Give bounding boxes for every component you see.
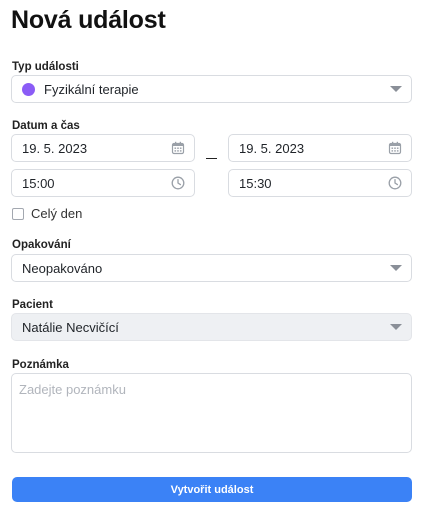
event-type-value: Fyzikální terapie [44, 81, 139, 97]
note-textarea[interactable]: Zadejte poznámku [11, 373, 412, 453]
all-day-label[interactable]: Celý den [31, 206, 82, 221]
date-range-separator [206, 158, 217, 159]
start-time-input[interactable]: 15:00 [11, 169, 195, 197]
note-placeholder: Zadejte poznámku [19, 382, 126, 397]
repeat-select[interactable]: Neopakováno [11, 254, 412, 282]
repeat-value: Neopakováno [22, 260, 103, 276]
note-label: Poznámka [12, 359, 69, 371]
page-title: Nová událost [11, 6, 166, 34]
chevron-down-icon [390, 265, 402, 271]
event-type-select[interactable]: Fyzikální terapie [11, 75, 412, 103]
start-time-value: 15:00 [22, 175, 55, 191]
calendar-icon[interactable] [171, 141, 185, 155]
chevron-down-icon [390, 324, 402, 330]
start-date-input[interactable]: 19. 5. 2023 [11, 134, 195, 162]
repeat-label: Opakování [12, 239, 71, 251]
chevron-down-icon [390, 86, 402, 92]
patient-select[interactable]: Natálie Necvičící [11, 313, 412, 341]
calendar-icon[interactable] [388, 141, 402, 155]
clock-icon[interactable] [388, 176, 402, 190]
event-type-label: Typ události [12, 61, 79, 73]
start-date-value: 19. 5. 2023 [22, 140, 88, 156]
event-type-color-dot [22, 82, 35, 96]
create-event-button[interactable]: Vytvořit událost [12, 477, 412, 502]
end-time-input[interactable]: 15:30 [228, 169, 412, 197]
all-day-checkbox[interactable] [12, 208, 24, 220]
patient-label: Pacient [12, 299, 53, 311]
end-date-input[interactable]: 19. 5. 2023 [228, 134, 412, 162]
datetime-label: Datum a čas [12, 120, 80, 132]
patient-value: Natálie Necvičící [22, 319, 119, 335]
clock-icon[interactable] [171, 176, 185, 190]
end-date-value: 19. 5. 2023 [239, 140, 305, 156]
end-time-value: 15:30 [239, 175, 272, 191]
